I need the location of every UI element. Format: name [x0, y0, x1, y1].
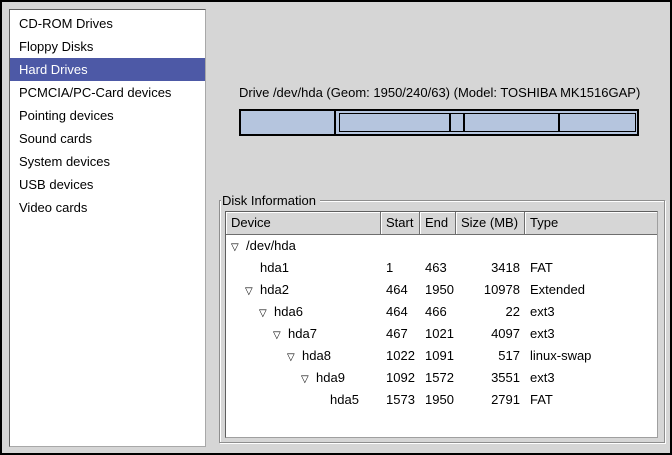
- type-cell: [525, 235, 657, 257]
- end-cell: 1091: [420, 345, 456, 367]
- device-category-list: CD-ROM DrivesFloppy DisksHard DrivesPCMC…: [9, 9, 206, 447]
- expander-icon[interactable]: ▽: [301, 369, 316, 389]
- type-cell: ext3: [525, 367, 657, 389]
- device-cell: ▽/dev/hda: [226, 235, 381, 257]
- end-cell: [420, 235, 456, 257]
- type-cell: FAT: [525, 389, 657, 411]
- expander-icon[interactable]: ▽: [287, 347, 302, 367]
- tree-indent: [231, 381, 301, 382]
- size-cell: 3551: [456, 367, 525, 389]
- tree-indent: [231, 403, 315, 404]
- start-cell: 1092: [381, 367, 420, 389]
- partition-extended-hda2: [339, 113, 636, 132]
- table-row-hda1[interactable]: hda1 14633418FAT: [226, 257, 657, 279]
- size-cell: 22: [456, 301, 525, 323]
- device-label: hda2: [260, 282, 289, 297]
- hardware-browser-window: CD-ROM DrivesFloppy DisksHard DrivesPCMC…: [0, 0, 672, 455]
- start-cell: 467: [381, 323, 420, 345]
- column-header-size-mb[interactable]: Size (MB): [456, 212, 525, 234]
- tree-indent: [231, 315, 259, 316]
- end-cell: 1950: [420, 279, 456, 301]
- end-cell: 1950: [420, 389, 456, 411]
- expander-icon[interactable]: ▽: [231, 237, 246, 257]
- type-cell: FAT: [525, 257, 657, 279]
- disk-table: DeviceStartEndSize (MB)Type ▽/dev/hdahda…: [225, 211, 658, 438]
- device-cell: ▽hda8: [226, 345, 381, 367]
- device-cell: ▽hda6: [226, 301, 381, 323]
- device-cell: hda1: [226, 257, 381, 279]
- table-row-hda2[interactable]: ▽hda2464195010978Extended: [226, 279, 657, 301]
- partition-segment-hda8: [451, 114, 465, 131]
- partition-bar: [239, 109, 639, 136]
- device-label: hda1: [260, 260, 289, 275]
- start-cell: 1022: [381, 345, 420, 367]
- size-cell: 517: [456, 345, 525, 367]
- expander-icon[interactable]: ▽: [245, 281, 260, 301]
- column-header-end[interactable]: End: [420, 212, 456, 234]
- device-cell: ▽hda9: [226, 367, 381, 389]
- sidebar-item-pcmcia-pc-card-devices[interactable]: PCMCIA/PC-Card devices: [10, 81, 205, 104]
- sidebar-item-pointing-devices[interactable]: Pointing devices: [10, 104, 205, 127]
- device-label: hda8: [302, 348, 331, 363]
- tree-indent: [231, 293, 245, 294]
- end-cell: 1572: [420, 367, 456, 389]
- partition-segment-hda7: [341, 114, 451, 131]
- device-label: hda7: [288, 326, 317, 341]
- start-cell: [381, 235, 420, 257]
- size-cell: 2791: [456, 389, 525, 411]
- type-cell: ext3: [525, 301, 657, 323]
- device-cell: ▽hda7: [226, 323, 381, 345]
- column-header-type[interactable]: Type: [525, 212, 657, 234]
- table-row-dev-hda[interactable]: ▽/dev/hda: [226, 235, 657, 257]
- disk-table-header: DeviceStartEndSize (MB)Type: [226, 212, 657, 235]
- partition-segment-hda9: [465, 114, 560, 131]
- sidebar-item-cd-rom-drives[interactable]: CD-ROM Drives: [10, 12, 205, 35]
- device-cell: ▽hda2: [226, 279, 381, 301]
- sidebar-item-usb-devices[interactable]: USB devices: [10, 173, 205, 196]
- start-cell: 1573: [381, 389, 420, 411]
- sidebar-item-video-cards[interactable]: Video cards: [10, 196, 205, 219]
- disk-table-body: ▽/dev/hdahda114633418FAT▽hda246419501097…: [226, 235, 657, 411]
- tree-indent: [231, 271, 245, 272]
- start-cell: 464: [381, 279, 420, 301]
- column-header-device[interactable]: Device: [226, 212, 381, 234]
- tree-indent: [231, 337, 273, 338]
- partition-segment-hda5: [560, 114, 635, 131]
- start-cell: 464: [381, 301, 420, 323]
- sidebar-item-floppy-disks[interactable]: Floppy Disks: [10, 35, 205, 58]
- column-header-start[interactable]: Start: [381, 212, 420, 234]
- sidebar-item-sound-cards[interactable]: Sound cards: [10, 127, 205, 150]
- end-cell: 466: [420, 301, 456, 323]
- tree-indent: [231, 359, 287, 360]
- end-cell: 1021: [420, 323, 456, 345]
- type-cell: Extended: [525, 279, 657, 301]
- device-label: /dev/hda: [246, 238, 296, 253]
- sidebar-item-hard-drives[interactable]: Hard Drives: [10, 58, 205, 81]
- device-label: hda6: [274, 304, 303, 319]
- type-cell: linux-swap: [525, 345, 657, 367]
- disk-information-label: Disk Information: [221, 193, 320, 208]
- table-row-hda7[interactable]: ▽hda746710214097ext3: [226, 323, 657, 345]
- type-cell: ext3: [525, 323, 657, 345]
- device-cell: hda5: [226, 389, 381, 411]
- end-cell: 463: [420, 257, 456, 279]
- table-row-hda8[interactable]: ▽hda810221091517linux-swap: [226, 345, 657, 367]
- device-label: hda5: [330, 392, 359, 407]
- drive-title: Drive /dev/hda (Geom: 1950/240/63) (Mode…: [239, 85, 649, 100]
- device-label: hda9: [316, 370, 345, 385]
- expander-icon[interactable]: ▽: [273, 325, 288, 345]
- table-row-hda9[interactable]: ▽hda9109215723551ext3: [226, 367, 657, 389]
- sidebar-item-system-devices[interactable]: System devices: [10, 150, 205, 173]
- table-row-hda5[interactable]: hda5 157319502791FAT: [226, 389, 657, 411]
- start-cell: 1: [381, 257, 420, 279]
- expander-icon[interactable]: ▽: [259, 303, 274, 323]
- disk-information-group: Disk Information DeviceStartEndSize (MB)…: [219, 200, 665, 443]
- table-row-hda6[interactable]: ▽hda646446622ext3: [226, 301, 657, 323]
- size-cell: [456, 235, 525, 257]
- partition-divider-hda1: [334, 111, 336, 134]
- size-cell: 4097: [456, 323, 525, 345]
- size-cell: 3418: [456, 257, 525, 279]
- size-cell: 10978: [456, 279, 525, 301]
